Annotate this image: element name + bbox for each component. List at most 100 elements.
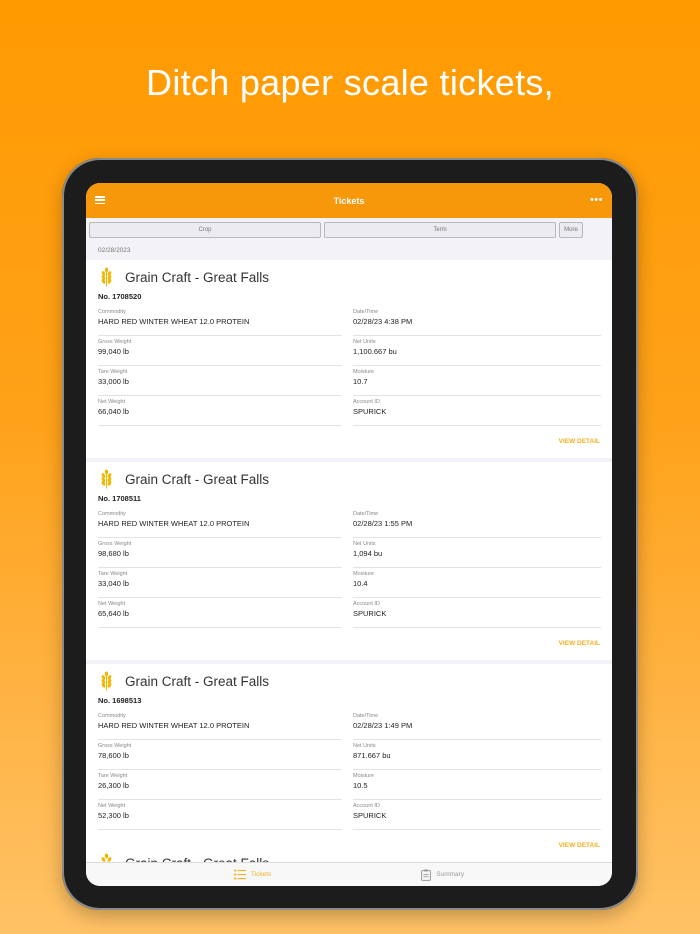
field-tare-weight: Tare Weight 26,300 lb xyxy=(98,770,342,800)
app-screen: Tickets ••• Crop Term More 02/28/2023 Gr… xyxy=(86,183,612,886)
field-label: Net Weight xyxy=(98,803,126,809)
field-value: 02/28/23 1:55 PM xyxy=(353,519,413,528)
field-value: 10.4 xyxy=(353,579,368,588)
field-label: Date/Time xyxy=(353,309,379,315)
field-net-weight: Net Weight 66,040 lb xyxy=(98,396,342,426)
date-section-header: 02/28/2023 xyxy=(98,247,131,254)
ticket-fields: Commodity HARD RED WINTER WHEAT 12.0 PROT… xyxy=(98,306,601,426)
field-label: Tare Weight xyxy=(98,369,128,375)
ticket-card: Grain Craft - Great Falls No. 1708520 Co… xyxy=(86,260,612,458)
field-label: Account ID xyxy=(353,399,380,405)
crop-filter-button[interactable]: Crop xyxy=(89,221,321,238)
field-value: 10.5 xyxy=(353,781,368,790)
field-value: HARD RED WINTER WHEAT 12.0 PROTEIN xyxy=(98,317,250,326)
field-moisture: Moisture 10.5 xyxy=(353,770,601,800)
field-datetime: Date/Time 02/28/23 4:38 PM xyxy=(353,306,601,336)
ticket-header: Grain Craft - Great Falls xyxy=(98,266,600,288)
field-value: 66,040 lb xyxy=(98,407,129,416)
field-net-weight: Net Weight 52,300 lb xyxy=(98,800,342,830)
field-commodity: Commodity HARD RED WINTER WHEAT 12.0 PROT… xyxy=(98,306,342,336)
field-value: 26,300 lb xyxy=(98,781,129,790)
field-label: Gross Weight xyxy=(98,541,132,547)
field-value: 33,040 lb xyxy=(98,579,129,588)
field-datetime: Date/Time 02/28/23 1:55 PM xyxy=(353,508,601,538)
field-value: 1,094 bu xyxy=(353,549,383,558)
field-value: 78,600 lb xyxy=(98,751,129,760)
page-title: Tickets xyxy=(333,195,365,206)
ticket-fields: Commodity HARD RED WINTER WHEAT 12.0 PROT… xyxy=(98,710,601,830)
ticket-header: Grain Craft - Great Falls xyxy=(98,670,600,692)
tab-summary-label: Summary xyxy=(436,871,465,878)
field-gross-weight: Gross Weight 78,600 lb xyxy=(98,740,342,770)
field-label: Gross Weight xyxy=(98,339,132,345)
field-value: 1,100.667 bu xyxy=(353,347,397,356)
field-label: Commodity xyxy=(98,713,126,719)
field-label: Account ID xyxy=(353,803,380,809)
field-net-weight: Net Weight 65,640 lb xyxy=(98,598,342,628)
ticket-number: No. 1708520 xyxy=(98,292,142,301)
ticket-number: No. 1708511 xyxy=(98,494,141,503)
field-label: Commodity xyxy=(98,309,126,315)
wheat-icon xyxy=(101,671,112,691)
wheat-icon xyxy=(101,469,112,489)
field-label: Net Weight xyxy=(98,399,126,405)
field-tare-weight: Tare Weight 33,040 lb xyxy=(98,568,342,598)
field-value: SPURICK xyxy=(353,407,387,416)
more-filter-button[interactable]: More xyxy=(559,221,583,238)
field-gross-weight: Gross Weight 98,680 lb xyxy=(98,538,342,568)
ticket-number: No. 1698513 xyxy=(98,696,142,705)
field-value: HARD RED WINTER WHEAT 12.0 PROTEIN xyxy=(98,721,250,730)
field-value: 33,000 lb xyxy=(98,377,129,386)
field-label: Moisture xyxy=(353,571,375,577)
field-tare-weight: Tare Weight 33,000 lb xyxy=(98,366,342,396)
ellipsis-icon[interactable]: ••• xyxy=(590,195,603,206)
field-value: 02/28/23 1:49 PM xyxy=(353,721,413,730)
field-label: Gross Weight xyxy=(98,743,132,749)
field-label: Net Units xyxy=(353,541,376,547)
clipboard-icon xyxy=(421,869,432,881)
field-value: SPURICK xyxy=(353,609,387,618)
field-label: Net Weight xyxy=(98,601,126,607)
view-detail-link[interactable]: VIEW DETAIL xyxy=(98,426,600,458)
field-gross-weight: Gross Weight 99,040 lb xyxy=(98,336,342,366)
field-account-id: Account ID SPURICK xyxy=(353,800,601,830)
term-filter-button[interactable]: Term xyxy=(324,221,556,238)
field-label: Tare Weight xyxy=(98,773,128,779)
elevator-name: Grain Craft - Great Falls xyxy=(125,269,270,285)
elevator-name: Grain Craft - Great Falls xyxy=(125,471,270,487)
field-value: 871.667 bu xyxy=(353,751,391,760)
field-value: 52,300 lb xyxy=(98,811,129,820)
tab-bar: Tickets Summary xyxy=(86,862,612,886)
tab-tickets-label: Tickets xyxy=(250,871,272,878)
field-label: Date/Time xyxy=(353,511,379,517)
ticket-list: Grain Craft - Great Falls No. 1708520 Co… xyxy=(86,260,612,862)
field-label: Net Units xyxy=(353,339,376,345)
field-label: Account ID xyxy=(353,601,380,607)
tab-summary[interactable]: Summary xyxy=(421,869,464,881)
ticket-card: Grain Craft - Great Falls No. 1708511 Co… xyxy=(86,462,612,660)
field-label: Moisture xyxy=(353,773,375,779)
hamburger-icon[interactable] xyxy=(95,196,105,205)
field-label: Net Units xyxy=(353,743,376,749)
field-moisture: Moisture 10.4 xyxy=(353,568,601,598)
field-net-units: Net Units 1,100.667 bu xyxy=(353,336,601,366)
list-icon xyxy=(234,869,246,880)
navigation-bar: Tickets ••• xyxy=(86,183,612,218)
filter-bar: Crop Term More xyxy=(86,218,612,241)
view-detail-link[interactable]: VIEW DETAIL xyxy=(98,628,600,660)
field-value: SPURICK xyxy=(353,811,387,820)
ticket-header: Grain Craft - Great Falls xyxy=(98,468,600,490)
elevator-name: Grain Craft - Great Falls xyxy=(125,673,270,689)
field-value: 99,040 lb xyxy=(98,347,129,356)
field-commodity: Commodity HARD RED WINTER WHEAT 12.0 PROT… xyxy=(98,710,342,740)
ticket-card: Grain Craft - Great Falls No. 1698513 Co… xyxy=(86,664,612,862)
field-account-id: Account ID SPURICK xyxy=(353,396,601,426)
field-value: 98,680 lb xyxy=(98,549,129,558)
field-value: 65,640 lb xyxy=(98,609,129,618)
field-account-id: Account ID SPURICK xyxy=(353,598,601,628)
tab-tickets[interactable]: Tickets xyxy=(234,869,271,880)
field-value: HARD RED WINTER WHEAT 12.0 PROTEIN xyxy=(98,519,250,528)
field-value: 02/28/23 4:38 PM xyxy=(353,317,413,326)
field-value: 10.7 xyxy=(353,377,368,386)
field-label: Commodity xyxy=(98,511,126,517)
